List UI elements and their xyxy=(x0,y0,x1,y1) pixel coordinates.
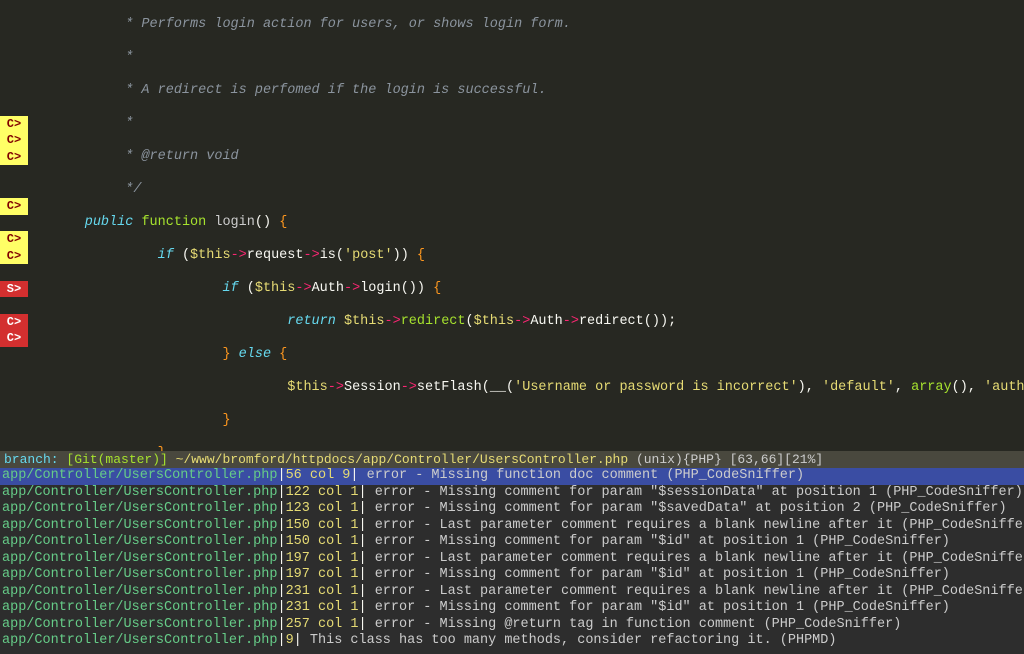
error-sign: C> xyxy=(0,330,28,347)
code-content[interactable]: * Performs login action for users, or sh… xyxy=(28,0,1024,451)
warning-sign: C> xyxy=(0,116,28,133)
quickfix-item[interactable]: app/Controller/UsersController.php|257 c… xyxy=(0,617,1024,634)
gutter-line xyxy=(0,0,28,17)
quickfix-item[interactable]: app/Controller/UsersController.php|231 c… xyxy=(0,600,1024,617)
code-line[interactable]: if ($this->request->is('post')) { xyxy=(28,248,1024,265)
gutter-line xyxy=(0,363,28,380)
gutter-line xyxy=(0,33,28,50)
code-line[interactable]: * @return void xyxy=(28,149,1024,166)
gutter-line xyxy=(0,83,28,100)
code-line[interactable]: $this->Session->setFlash(__('Username or… xyxy=(28,380,1024,397)
gutter-line xyxy=(0,50,28,67)
warning-sign: C> xyxy=(0,248,28,265)
code-line[interactable]: * xyxy=(28,50,1024,67)
code-line[interactable]: * xyxy=(28,116,1024,133)
gutter-line xyxy=(0,264,28,281)
gutter-line xyxy=(0,297,28,314)
status-git: [Git(master)] xyxy=(66,452,167,467)
status-meta: (unix){PHP} [63,66][21%] xyxy=(636,452,823,467)
quickfix-item[interactable]: app/Controller/UsersController.php|150 c… xyxy=(0,534,1024,551)
gutter-line xyxy=(0,380,28,397)
sign-column: C> C> C> C> C> C> S> C> C> xyxy=(0,0,28,451)
code-line[interactable]: * A redirect is perfomed if the login is… xyxy=(28,83,1024,100)
gutter-line xyxy=(0,413,28,430)
code-line[interactable]: return $this->redirect($this->Auth->redi… xyxy=(28,314,1024,331)
quickfix-item[interactable]: app/Controller/UsersController.php|150 c… xyxy=(0,518,1024,535)
editor-pane: C> C> C> C> C> C> S> C> C> * Performs lo… xyxy=(0,0,1024,451)
status-filepath: ~/www/bromford/httpdocs/app/Controller/U… xyxy=(176,452,628,467)
quickfix-window[interactable]: app/Controller/UsersController.php|56 co… xyxy=(0,468,1024,654)
gutter-line xyxy=(0,99,28,116)
empty-line-tilde: ~ xyxy=(0,650,1024,654)
warning-sign: C> xyxy=(0,231,28,248)
quickfix-item[interactable]: app/Controller/UsersController.php|231 c… xyxy=(0,584,1024,601)
code-line[interactable]: } else { xyxy=(28,347,1024,364)
status-branch-label: branch: xyxy=(4,452,59,467)
gutter-line xyxy=(0,215,28,232)
gutter-line xyxy=(0,66,28,83)
gutter-line xyxy=(0,396,28,413)
gutter-line xyxy=(0,17,28,34)
quickfix-item[interactable]: app/Controller/UsersController.php|122 c… xyxy=(0,485,1024,502)
code-area[interactable]: C> C> C> C> C> C> S> C> C> * Performs lo… xyxy=(0,0,1024,451)
quickfix-item[interactable]: app/Controller/UsersController.php|123 c… xyxy=(0,501,1024,518)
gutter-line xyxy=(0,429,28,446)
quickfix-item[interactable]: app/Controller/UsersController.php|197 c… xyxy=(0,551,1024,568)
warning-sign: C> xyxy=(0,132,28,149)
gutter-line xyxy=(0,165,28,182)
status-bar: branch: [Git(master)] ~/www/bromford/htt… xyxy=(0,451,1024,468)
warning-sign: C> xyxy=(0,198,28,215)
error-sign: C> xyxy=(0,314,28,331)
gutter-line xyxy=(0,347,28,364)
quickfix-item[interactable]: app/Controller/UsersController.php|197 c… xyxy=(0,567,1024,584)
code-line[interactable]: if ($this->Auth->login()) { xyxy=(28,281,1024,298)
code-line[interactable]: * Performs login action for users, or sh… xyxy=(28,17,1024,34)
code-line[interactable]: } xyxy=(28,413,1024,430)
error-sign: S> xyxy=(0,281,28,298)
quickfix-item[interactable]: app/Controller/UsersController.php|9| Th… xyxy=(0,633,1024,650)
warning-sign: C> xyxy=(0,149,28,166)
quickfix-item[interactable]: app/Controller/UsersController.php|56 co… xyxy=(0,468,1024,485)
code-line[interactable]: public function login() { xyxy=(28,215,1024,232)
code-line[interactable]: */ xyxy=(28,182,1024,199)
gutter-line xyxy=(0,182,28,199)
